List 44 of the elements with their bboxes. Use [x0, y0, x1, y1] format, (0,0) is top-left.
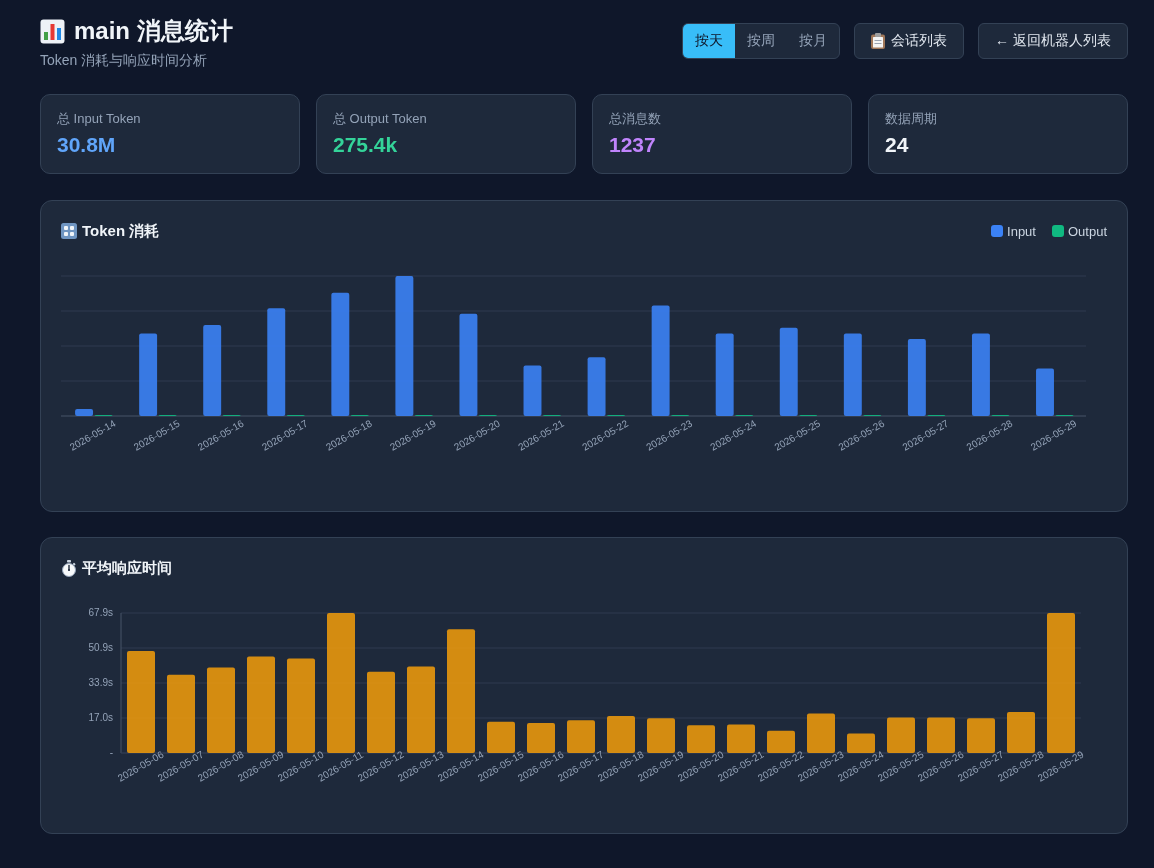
stat-label: 总消息数 [609, 110, 662, 128]
chart-bar [967, 718, 995, 753]
axis-label: 67.9s [88, 606, 113, 618]
chart-bar [887, 717, 915, 753]
axis-label: - [109, 746, 113, 758]
chart-bar [647, 718, 675, 753]
chart-bar [567, 720, 595, 753]
chart-bar [527, 723, 555, 753]
stopwatch-icon [61, 559, 77, 577]
period-tab[interactable]: 按周 [735, 24, 788, 58]
chart-bar [927, 717, 955, 753]
chart-bar [687, 725, 715, 753]
stat-value: 1237 [609, 132, 657, 158]
stat-value: 275.4k [333, 132, 399, 158]
clipboard-icon [871, 33, 886, 49]
stat-label: 总 Input Token [57, 110, 142, 128]
legend-label: Input [1007, 223, 1036, 239]
axis-label: 50.9s [88, 641, 113, 653]
period-tab[interactable]: 按天 [683, 24, 736, 58]
stat-value: 30.8M [57, 132, 117, 158]
legend-label: Output [1067, 223, 1107, 239]
chart-bar [487, 721, 515, 753]
chart-title: 平均响应时间 [82, 558, 172, 578]
keypad-icon [61, 223, 77, 239]
stat-value: 24 [885, 132, 910, 158]
chart-bar [847, 733, 875, 753]
axis-label: 33.9s [88, 676, 113, 688]
page-title: main 消息统计 [74, 16, 233, 46]
page-subtitle: Token 消耗与响应时间分析 [40, 51, 209, 70]
legend-swatch-icon [1051, 225, 1064, 237]
chart-bar [727, 724, 755, 753]
back-button[interactable]: ← 返回机器人列表 [978, 23, 1128, 59]
chart-bar [1007, 711, 1035, 753]
stat-label: 数据周期 [885, 110, 938, 128]
legend-swatch-icon [991, 225, 1004, 237]
chart-bar [767, 730, 795, 753]
chart-title: Token 消耗 [82, 221, 160, 241]
stat-label: 总 Output Token [333, 110, 428, 128]
period-tab[interactable]: 按月 [787, 24, 840, 58]
axis-label: 17.0s [88, 711, 113, 723]
session-list-button[interactable]: 会话列表 [854, 23, 965, 59]
chart-bar [807, 713, 835, 753]
bar-chart-icon [40, 18, 65, 44]
chart-bar [607, 716, 635, 753]
